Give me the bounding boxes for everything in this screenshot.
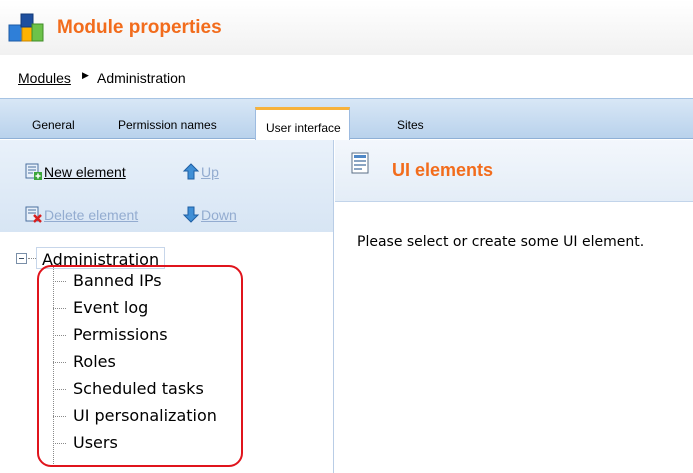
delete-element-icon xyxy=(25,206,42,223)
up-label: Up xyxy=(201,164,219,180)
arrow-down-icon xyxy=(182,206,200,223)
delete-element-label: Delete element xyxy=(44,207,139,223)
tab-sites[interactable]: Sites xyxy=(397,118,424,132)
tab-permission-names[interactable]: Permission names xyxy=(118,118,217,132)
highlight-annotation xyxy=(37,265,243,467)
module-blocks-icon xyxy=(8,13,44,42)
content-body: Please select or create some UI element. xyxy=(335,203,693,473)
tab-bar: General Permission names User interface … xyxy=(0,98,693,140)
new-element-label: New element xyxy=(44,164,126,180)
page-title: Module properties xyxy=(57,17,222,38)
page-header: Module properties xyxy=(0,0,693,55)
breadcrumb-current: Administration xyxy=(97,70,186,86)
breadcrumb: Modules ▶ Administration xyxy=(0,60,693,96)
ui-elements-icon xyxy=(351,152,369,174)
tree-toolbar: New element Up Delete element Down xyxy=(0,140,333,232)
new-element-icon xyxy=(25,163,42,180)
empty-state-message: Please select or create some UI element. xyxy=(357,234,645,250)
tab-user-interface[interactable]: User interface xyxy=(255,107,350,140)
arrow-up-icon xyxy=(182,163,200,180)
tree-connector xyxy=(28,258,36,259)
down-label: Down xyxy=(201,207,237,223)
breadcrumb-separator-icon: ▶ xyxy=(82,71,89,81)
collapse-icon[interactable] xyxy=(16,253,27,264)
breadcrumb-modules-link[interactable]: Modules xyxy=(18,70,71,86)
content-header: UI elements xyxy=(335,140,693,202)
content-title: UI elements xyxy=(392,160,494,180)
tab-general[interactable]: General xyxy=(32,118,75,132)
